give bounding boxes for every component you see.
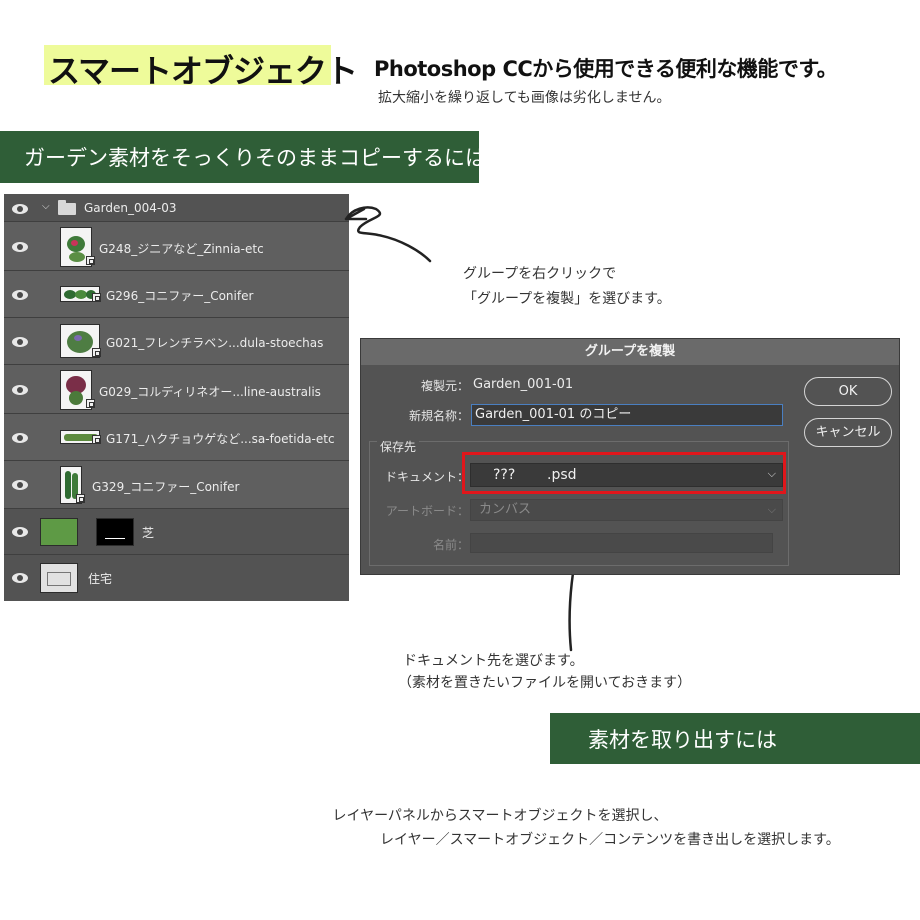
- page-title: スマートオブジェクト: [48, 52, 358, 90]
- layer-name: 住宅: [88, 572, 113, 586]
- chevron-down-icon[interactable]: ⌵: [42, 201, 50, 212]
- layer-row[interactable]: G329_コニファー_Conifer: [4, 461, 349, 509]
- layer-row[interactable]: G021_フレンチラベン...dula-stoechas: [4, 318, 349, 365]
- headline: Photoshop CCから使用できる便利な機能です。: [374, 57, 838, 81]
- layer-name: G029_コルディリネオー...line-australis: [99, 385, 321, 399]
- group-name: Garden_004-03: [84, 201, 177, 215]
- layers-panel: ⌵ Garden_004-03 G248_ジニアなど_Zinnia-etc G2…: [4, 194, 349, 601]
- layer-name: G296_コニファー_Conifer: [106, 289, 254, 303]
- dialog-title: グループを複製: [361, 339, 899, 365]
- note-extract-1: レイヤーパネルからスマートオブジェクトを選択し、: [332, 808, 668, 824]
- subheadline: 拡大縮小を繰り返しても画像は劣化しません。: [378, 90, 671, 106]
- eye-icon[interactable]: [12, 433, 28, 443]
- house-thumbnail: [40, 563, 78, 593]
- eye-icon[interactable]: [12, 204, 28, 214]
- artboard-select[interactable]: カンバス ⌵: [470, 499, 783, 521]
- eye-icon[interactable]: [12, 290, 28, 300]
- layer-row-lawn[interactable]: 芝: [4, 509, 349, 555]
- eye-icon[interactable]: [12, 573, 28, 583]
- source-value: Garden_001-01: [473, 377, 574, 392]
- cancel-button[interactable]: キャンセル: [804, 418, 892, 447]
- smart-object-icon: [76, 494, 85, 503]
- layer-row[interactable]: G171_ハクチョウゲなど...sa-foetida-etc: [4, 414, 349, 461]
- chevron-down-icon: ⌵: [767, 503, 776, 516]
- source-label: 複製元：: [420, 379, 469, 393]
- new-name-label: 新規名称：: [408, 409, 469, 423]
- note-right-click-2: 「グループを複製」を選びます。: [463, 291, 671, 307]
- artboard-value: カンバス: [479, 502, 532, 517]
- document-label: ドキュメント：: [384, 470, 469, 484]
- banner-extract: 素材を取り出すには: [550, 713, 920, 764]
- note-document-1: ドキュメント先を選びます。: [403, 653, 584, 669]
- name-input[interactable]: [470, 533, 773, 553]
- smart-object-icon: [86, 399, 95, 408]
- layer-row[interactable]: G029_コルディリネオー...line-australis: [4, 365, 349, 414]
- document-highlight-box: [462, 452, 786, 494]
- smart-object-icon: [92, 348, 101, 357]
- layer-name: G021_フレンチラベン...dula-stoechas: [106, 336, 324, 350]
- smart-object-icon: [86, 256, 95, 265]
- layer-group-row[interactable]: ⌵ Garden_004-03: [4, 194, 349, 222]
- note-document-2: （素材を置きたいファイルを開いておきます）: [398, 675, 692, 691]
- layer-name: 芝: [142, 526, 155, 540]
- ok-button[interactable]: OK: [804, 377, 892, 406]
- layer-row[interactable]: G248_ジニアなど_Zinnia-etc: [4, 222, 349, 271]
- layer-name: G248_ジニアなど_Zinnia-etc: [99, 242, 264, 256]
- new-name-input[interactable]: Garden_001-01 のコピー: [471, 404, 783, 426]
- layer-name: G329_コニファー_Conifer: [92, 480, 240, 494]
- layer-mask-thumbnail: [96, 518, 134, 546]
- eye-icon[interactable]: [12, 385, 28, 395]
- eye-icon[interactable]: [12, 242, 28, 252]
- smart-object-icon: [92, 435, 101, 444]
- layer-row-house[interactable]: 住宅: [4, 555, 349, 601]
- layer-name: G171_ハクチョウゲなど...sa-foetida-etc: [106, 432, 335, 446]
- layer-row[interactable]: G296_コニファー_Conifer: [4, 271, 349, 318]
- eye-icon[interactable]: [12, 337, 28, 347]
- note-right-click-1: グループを右クリックで: [463, 266, 617, 282]
- name-label: 名前：: [432, 538, 469, 552]
- banner-garden-copy: ガーデン素材をそっくりそのままコピーするには: [0, 131, 486, 183]
- destination-label: 保存先: [377, 438, 420, 455]
- arrow-to-group: [344, 206, 432, 263]
- lawn-thumbnail: [40, 518, 78, 546]
- artboard-label: アートボード：: [385, 504, 469, 518]
- smart-object-icon: [92, 293, 101, 302]
- folder-icon: [58, 200, 76, 215]
- note-extract-2: レイヤー／スマートオブジェクト／コンテンツを書き出しを選択します。: [380, 832, 840, 848]
- eye-icon[interactable]: [12, 527, 28, 537]
- eye-icon[interactable]: [12, 480, 28, 490]
